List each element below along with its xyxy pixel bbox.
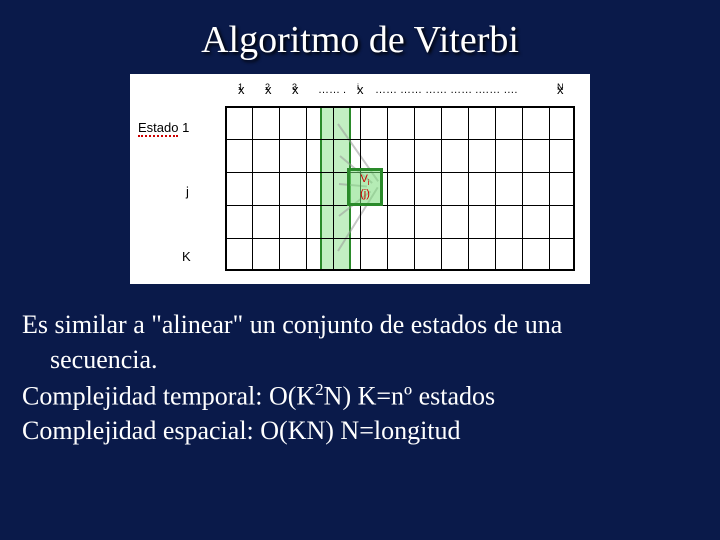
body-text: Es similar a "alinear" un conjunto de es… — [22, 308, 698, 448]
state-1: Estado 1 — [138, 120, 189, 137]
line-1b: secuencia. — [22, 343, 698, 376]
state-k: K — [182, 249, 191, 264]
line-1a: Es similar a "alinear" un conjunto de es… — [22, 308, 698, 341]
line-3: Complejidad espacial: O(KN) N=longitud — [22, 414, 698, 447]
seq-dots1: …… . — [318, 84, 346, 96]
sequence-labels: x1 x2 x3 …… . xi …… …… …… …… .…… …. xN — [230, 82, 580, 106]
cell-top: Vi — [360, 173, 369, 188]
seq-dots2: …… …… …… …… .…… …. — [375, 84, 517, 96]
state-j: j — [186, 184, 189, 199]
viterbi-figure: x1 x2 x3 …… . xi …… …… …… …… .…… …. xN E… — [130, 74, 590, 284]
dp-grid: Vi (j) — [225, 106, 575, 271]
slide-title: Algoritmo de Viterbi — [0, 18, 720, 62]
line-2: Complejidad temporal: O(K2N) K=nº estado… — [22, 379, 698, 413]
vi-j-cell: Vi (j) — [347, 168, 383, 206]
cell-bottom: (j) — [360, 188, 370, 200]
estado-label: Estado — [138, 120, 178, 137]
